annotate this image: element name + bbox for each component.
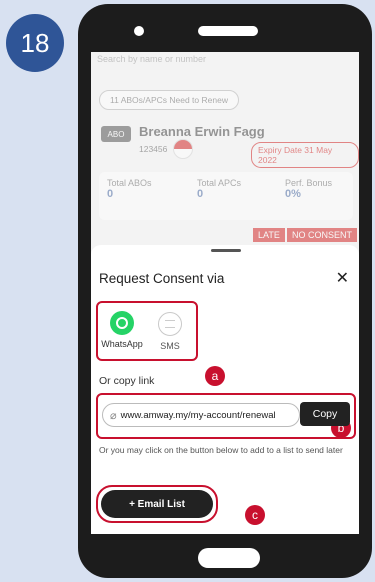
whatsapp-label: WhatsApp [101, 339, 143, 349]
sms-label: SMS [160, 341, 180, 351]
camera-dot [134, 26, 144, 36]
email-list-button[interactable]: + Email List [101, 490, 213, 518]
phone-screen: Search by name or number 11 ABOs/APCs Ne… [91, 52, 359, 534]
callout-c: c [245, 505, 265, 525]
whatsapp-icon [110, 311, 134, 335]
share-options-highlight: WhatsApp SMS [96, 301, 198, 361]
stats-card: Total ABOs 0 Total APCs 0 Perf. Bonus 0% [99, 172, 353, 220]
email-list-hint: Or you may click on the button below to … [99, 445, 343, 455]
stat-total-apcs: Total APCs 0 [197, 178, 242, 200]
speaker-grille [198, 26, 258, 36]
copy-button[interactable]: Copy [300, 402, 350, 426]
or-copy-label: Or copy link [99, 375, 155, 387]
copy-link-highlight: ⌀ www.amway.my/my-account/renewal Copy [96, 393, 356, 439]
member-name: Breanna Erwin Fagg [139, 124, 265, 139]
renew-pill: 11 ABOs/APCs Need to Renew [99, 90, 239, 110]
late-badge: LATE [253, 228, 285, 242]
email-list-highlight: + Email List [96, 485, 218, 523]
phone-frame: Search by name or number 11 ABOs/APCs Ne… [78, 4, 372, 578]
expiry-badge: Expiry Date 31 May 2022 [251, 142, 359, 168]
callout-a: a [205, 366, 225, 386]
consent-sheet: Request Consent via ✕ WhatsApp SMS a Or … [91, 245, 359, 534]
link-field[interactable]: ⌀ www.amway.my/my-account/renewal [102, 403, 300, 427]
paperclip-icon: ⌀ [110, 409, 117, 422]
abo-tag: ABO [101, 126, 131, 142]
sms-option[interactable]: SMS [148, 311, 192, 351]
member-id: 123456 [139, 144, 168, 154]
sheet-handle[interactable] [211, 249, 241, 252]
sms-icon [158, 312, 182, 336]
stat-perf-bonus: Perf. Bonus 0% [285, 178, 333, 200]
search-input: Search by name or number [97, 54, 207, 64]
link-value: www.amway.my/my-account/renewal [120, 409, 276, 421]
flag-icon [173, 139, 193, 159]
home-button[interactable] [198, 548, 260, 568]
no-consent-badge: NO CONSENT [287, 228, 358, 242]
step-badge: 18 [6, 14, 64, 72]
sheet-title: Request Consent via [99, 271, 225, 286]
close-icon[interactable]: ✕ [336, 268, 349, 288]
stat-total-abos: Total ABOs 0 [107, 178, 152, 200]
whatsapp-option[interactable]: WhatsApp [100, 311, 144, 349]
